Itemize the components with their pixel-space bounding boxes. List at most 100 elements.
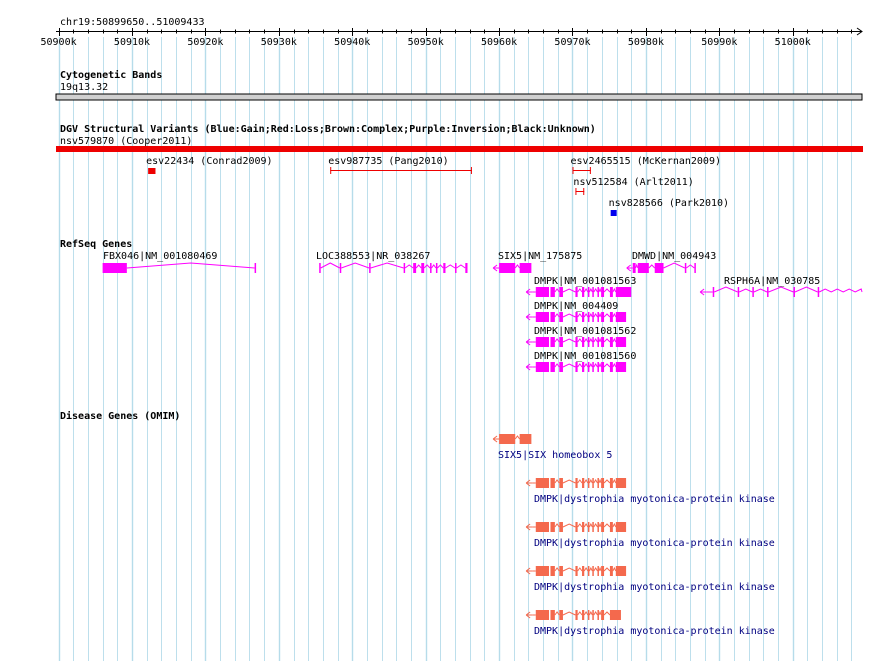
gene-exon[interactable] <box>582 610 585 620</box>
gene-exon[interactable] <box>712 287 715 297</box>
gene-exon[interactable] <box>339 263 342 273</box>
gene-exon[interactable] <box>535 362 549 372</box>
gene-exon[interactable] <box>615 362 627 372</box>
gene-exon[interactable] <box>535 478 549 488</box>
gene-exon[interactable] <box>550 362 555 372</box>
gene-feature[interactable] <box>525 362 627 372</box>
gene-exon[interactable] <box>609 522 613 532</box>
gene-exon[interactable] <box>601 337 605 347</box>
gene-exon[interactable] <box>535 566 549 576</box>
gene-exon[interactable] <box>559 312 563 322</box>
gene-feature[interactable] <box>525 287 632 297</box>
gene-exon[interactable] <box>575 566 578 576</box>
gene-exon[interactable] <box>601 478 605 488</box>
gene-exon[interactable] <box>793 287 795 297</box>
gene-exon[interactable] <box>559 566 563 576</box>
gene-exon[interactable] <box>601 610 605 620</box>
gene-exon[interactable] <box>575 362 578 372</box>
gene-exon[interactable] <box>535 337 549 347</box>
gene-exon[interactable] <box>369 263 371 273</box>
gene-exon[interactable] <box>597 566 599 576</box>
dgv-track[interactable]: DGV Structural Variants (Blue:Gain;Red:L… <box>56 123 863 216</box>
gene-exon[interactable] <box>597 362 599 372</box>
gene-exon[interactable] <box>752 287 754 297</box>
gene-exon[interactable] <box>559 610 563 620</box>
gene-exon[interactable] <box>559 362 563 372</box>
gene-exon[interactable] <box>430 263 432 273</box>
gene-exon[interactable] <box>587 610 590 620</box>
gene-exon[interactable] <box>443 263 446 273</box>
gene-exon[interactable] <box>601 566 605 576</box>
gene-exon[interactable] <box>319 263 321 273</box>
gene-exon[interactable] <box>615 566 627 576</box>
gene-exon[interactable] <box>559 287 563 297</box>
gene-exon[interactable] <box>421 263 425 273</box>
gene-exon[interactable] <box>550 566 555 576</box>
gene-exon[interactable] <box>615 478 627 488</box>
gene-exon[interactable] <box>601 312 605 322</box>
gene-exon[interactable] <box>637 263 649 273</box>
gene-exon[interactable] <box>575 287 578 297</box>
cytoband-bar[interactable] <box>55 93 863 101</box>
omim-track[interactable]: Disease Genes (OMIM) SIX5|SIX homeobox 5… <box>60 410 775 637</box>
gene-exon[interactable] <box>684 263 687 273</box>
gene-exon[interactable] <box>592 566 594 576</box>
gene-exon[interactable] <box>559 478 563 488</box>
gene-exon[interactable] <box>582 362 585 372</box>
gene-exon[interactable] <box>587 362 590 372</box>
gene-exon[interactable] <box>499 434 516 444</box>
gene-exon[interactable] <box>465 263 468 273</box>
gene-exon[interactable] <box>597 522 599 532</box>
gene-exon[interactable] <box>587 522 590 532</box>
gene-feature[interactable] <box>102 262 257 273</box>
gene-exon[interactable] <box>582 312 585 322</box>
gene-exon[interactable] <box>615 337 627 347</box>
gene-exon[interactable] <box>597 312 599 322</box>
refseq-track[interactable]: RefSeq Genes FBX046|NM_001080469 LOC38855… <box>60 239 863 372</box>
gene-exon[interactable] <box>575 610 578 620</box>
gene-exon[interactable] <box>535 522 549 532</box>
gene-exon[interactable] <box>587 312 590 322</box>
gene-exon[interactable] <box>609 610 621 620</box>
gene-exon[interactable] <box>597 610 599 620</box>
gene-exon[interactable] <box>582 287 585 297</box>
gene-exon[interactable] <box>587 478 590 488</box>
gene-exon[interactable] <box>592 478 594 488</box>
gene-exon[interactable] <box>550 337 555 347</box>
gene-exon[interactable] <box>559 522 563 532</box>
gene-exon[interactable] <box>550 312 555 322</box>
gene-exon[interactable] <box>435 263 438 273</box>
gene-exon[interactable] <box>592 362 594 372</box>
gene-exon[interactable] <box>499 263 516 273</box>
gene-feature[interactable] <box>525 566 627 576</box>
gene-exon[interactable] <box>592 287 594 297</box>
gene-exon[interactable] <box>597 287 599 297</box>
gene-exon[interactable] <box>519 263 532 273</box>
gene-exon[interactable] <box>592 312 594 322</box>
gene-exon[interactable] <box>587 287 590 297</box>
gene-exon[interactable] <box>592 337 594 347</box>
gene-exon[interactable] <box>535 610 549 620</box>
gene-exon[interactable] <box>597 478 599 488</box>
gene-exon[interactable] <box>582 566 585 576</box>
gene-exon[interactable] <box>582 478 585 488</box>
variant-feature[interactable] <box>610 210 617 216</box>
gene-exon[interactable] <box>609 478 613 488</box>
gene-exon[interactable] <box>102 263 127 273</box>
gene-feature[interactable] <box>525 478 627 488</box>
gene-exon[interactable] <box>550 522 555 532</box>
gene-exon[interactable] <box>592 610 594 620</box>
variant-feature[interactable] <box>148 168 156 174</box>
gene-exon[interactable] <box>413 263 417 273</box>
gene-exon[interactable] <box>587 566 590 576</box>
gene-exon[interactable] <box>550 478 555 488</box>
gene-exon[interactable] <box>601 522 605 532</box>
gene-exon[interactable] <box>582 337 585 347</box>
gene-exon[interactable] <box>535 312 549 322</box>
gene-exon[interactable] <box>694 263 696 273</box>
gene-exon[interactable] <box>597 337 599 347</box>
gene-exon[interactable] <box>575 478 578 488</box>
gene-exon[interactable] <box>609 337 613 347</box>
gene-exon[interactable] <box>587 337 590 347</box>
gene-exon[interactable] <box>575 312 578 322</box>
